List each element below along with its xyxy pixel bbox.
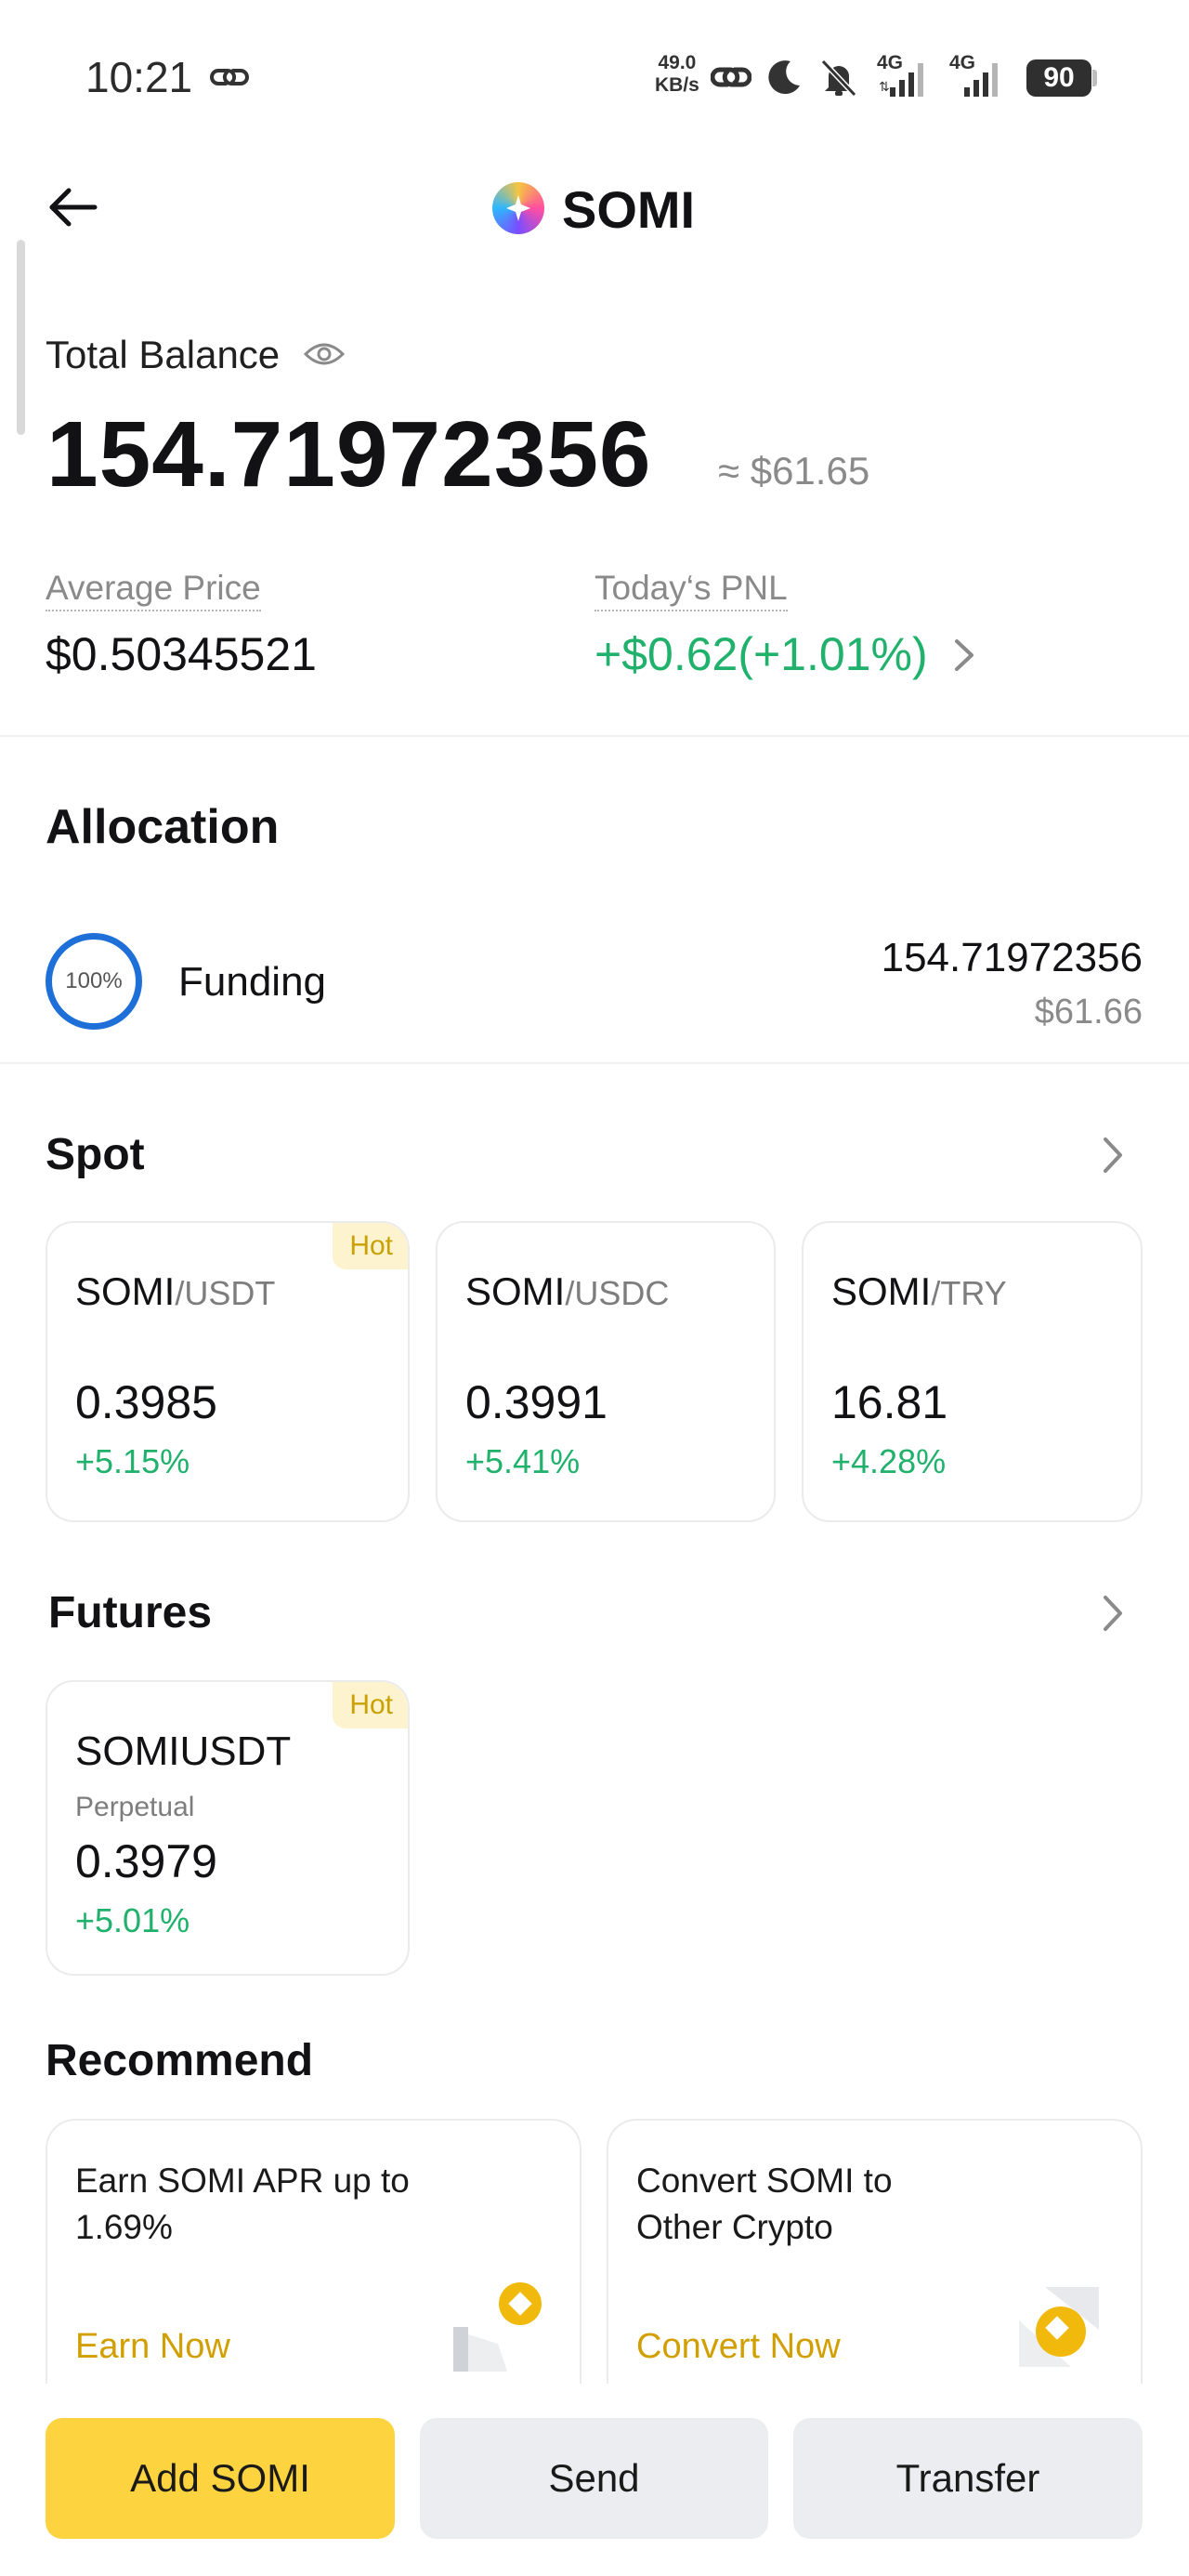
recommend-line: Convert SOMI to (636, 2162, 893, 2200)
pair-price: 0.3985 (75, 1376, 217, 1428)
recommend-line: Other Crypto (636, 2208, 833, 2246)
scrollbar[interactable] (17, 240, 25, 435)
pair-base: SOMI (75, 1269, 176, 1313)
recommend-card-convert[interactable]: Convert SOMI to Other Crypto Convert Now (607, 2119, 1143, 2388)
total-balance-amount: 154.71972356 (46, 402, 652, 506)
convert-now-link[interactable]: Convert Now (636, 2327, 841, 2367)
battery-level: 90 (1043, 62, 1075, 93)
chevron-right-icon[interactable] (1098, 1134, 1126, 1176)
moon-icon (768, 60, 800, 95)
futures-name: SOMIUSDT (75, 1728, 292, 1774)
battery-indicator: 90 (1026, 59, 1091, 97)
pair-change: +5.15% (75, 1442, 190, 1480)
pair-quote: /TRY (931, 1274, 1007, 1312)
network-speed: 49.0 KB/s (655, 52, 699, 97)
divider (0, 735, 1189, 737)
pair-name: SOMI/TRY (831, 1269, 1007, 1314)
link-icon (210, 68, 249, 86)
mute-icon (820, 59, 857, 98)
chevron-right-icon[interactable] (1098, 1592, 1126, 1635)
page-title: SOMI (562, 180, 696, 239)
net-speed-value: 49.0 (658, 52, 697, 73)
average-price-label[interactable]: Average Price (46, 569, 261, 611)
todays-pnl-label[interactable]: Today‘s PNL (594, 569, 788, 611)
futures-price: 0.3979 (75, 1835, 217, 1887)
chevron-right-icon[interactable] (949, 636, 977, 675)
eye-icon[interactable] (303, 339, 346, 369)
futures-title[interactable]: Futures (48, 1587, 212, 1638)
logo-star-icon (506, 195, 530, 221)
signal-icon-2 (964, 63, 998, 97)
total-balance-usd: ≈ $61.65 (718, 449, 870, 493)
svg-text:⇅: ⇅ (879, 79, 890, 94)
recommend-card-earn[interactable]: Earn SOMI APR up to 1.69% Earn Now (46, 2119, 581, 2388)
pair-quote: /USDT (175, 1274, 276, 1312)
pair-change: +4.28% (831, 1442, 947, 1480)
funding-amount: 154.71972356 (881, 935, 1143, 980)
recommend-text: Earn SOMI APR up to 1.69% (75, 2158, 410, 2251)
recommend-text: Convert SOMI to Other Crypto (636, 2158, 893, 2251)
allocation-percent: 100% (65, 968, 123, 993)
spot-card[interactable]: Hot SOMI/USDT 0.3985 +5.15% (46, 1221, 410, 1522)
recommend-line: 1.69% (75, 2208, 173, 2246)
funding-usd: $61.66 (1034, 992, 1143, 1032)
pair-price: 16.81 (831, 1376, 948, 1428)
pair-base: SOMI (465, 1269, 566, 1313)
add-somi-button[interactable]: Add SOMI (46, 2418, 395, 2539)
allocation-ring: 100% (46, 933, 142, 1030)
status-time-text: 10:21 (85, 53, 193, 101)
status-time: 10:21 (85, 52, 192, 102)
signal-icon-1: ⇅ (879, 63, 923, 97)
pair-change: +5.41% (465, 1442, 581, 1480)
hot-badge: Hot (333, 1223, 408, 1269)
recommend-line: Earn SOMI APR up to (75, 2162, 410, 2200)
average-price-value: $0.50345521 (46, 628, 317, 680)
spot-card[interactable]: SOMI/TRY 16.81 +4.28% (802, 1221, 1143, 1522)
todays-pnl-value[interactable]: +$0.62(+1.01%) (594, 627, 928, 681)
allocation-title: Allocation (46, 800, 280, 854)
futures-card[interactable]: Hot SOMIUSDT Perpetual 0.3979 +5.01% (46, 1680, 410, 1976)
send-button[interactable]: Send (420, 2418, 768, 2539)
pair-base: SOMI (831, 1269, 932, 1313)
hot-badge: Hot (333, 1682, 408, 1728)
earn-now-link[interactable]: Earn Now (75, 2327, 230, 2367)
hotspot-link-icon (711, 67, 751, 87)
recommend-title: Recommend (46, 2036, 314, 2085)
total-balance-label: Total Balance (46, 333, 281, 376)
pair-quote: /USDC (565, 1274, 670, 1312)
transfer-button[interactable]: Transfer (793, 2418, 1143, 2539)
futures-change: +5.01% (75, 1901, 190, 1939)
pair-name: SOMI/USDT (75, 1269, 275, 1314)
funding-label: Funding (178, 959, 327, 1005)
coin-icon (1036, 2307, 1086, 2357)
net-speed-unit: KB/s (655, 74, 699, 96)
divider (0, 1062, 1189, 1064)
spot-title[interactable]: Spot (46, 1129, 145, 1180)
coin-icon (499, 2282, 542, 2325)
futures-type: Perpetual (75, 1792, 195, 1822)
battery-tip (1092, 70, 1097, 86)
arrow-left-icon[interactable] (46, 181, 102, 237)
pair-price: 0.3991 (465, 1376, 608, 1428)
spot-card[interactable]: SOMI/USDC 0.3991 +5.41% (436, 1221, 776, 1522)
pair-name: SOMI/USDC (465, 1269, 669, 1314)
